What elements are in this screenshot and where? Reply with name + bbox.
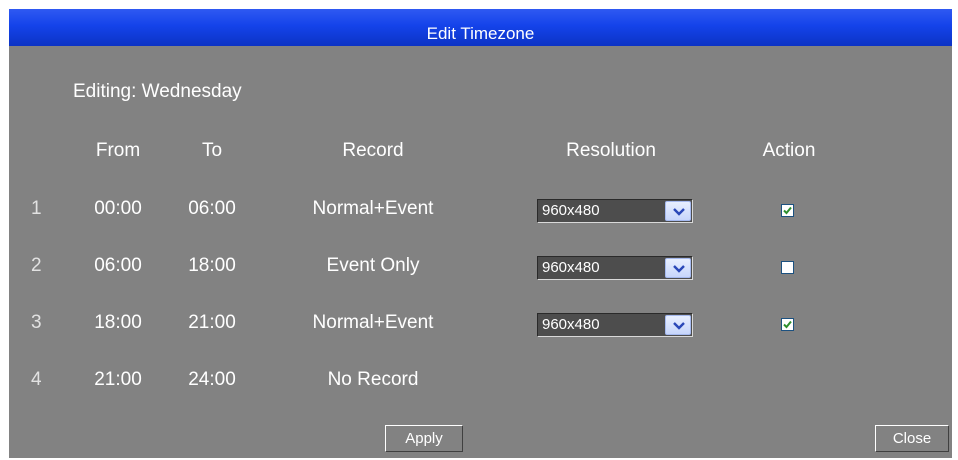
- resolution-value: 960x480: [542, 259, 600, 276]
- to-time: 21:00: [188, 312, 236, 333]
- apply-button[interactable]: Apply: [385, 425, 463, 452]
- chevron-down-icon[interactable]: [665, 201, 691, 221]
- column-header-action: Action: [762, 140, 816, 161]
- to-time: 24:00: [188, 369, 236, 390]
- to-time: 06:00: [188, 198, 236, 219]
- from-time: 21:00: [94, 369, 142, 390]
- close-button[interactable]: Close: [875, 425, 949, 452]
- dialog-title: Edit Timezone: [426, 24, 535, 43]
- row-number: 2: [31, 255, 42, 276]
- record-mode: No Record: [327, 369, 419, 390]
- chevron-down-icon[interactable]: [665, 315, 691, 335]
- from-time: 18:00: [94, 312, 142, 333]
- row-number: 3: [31, 312, 42, 333]
- resolution-value: 960x480: [542, 202, 600, 219]
- column-header-resolution: Resolution: [566, 140, 656, 161]
- resolution-select[interactable]: 960x480: [537, 199, 693, 223]
- column-header-record: Record: [342, 140, 404, 161]
- action-checkbox[interactable]: [781, 318, 794, 331]
- chevron-down-icon[interactable]: [665, 258, 691, 278]
- record-mode: Normal+Event: [312, 312, 434, 333]
- column-header-from: From: [95, 140, 141, 161]
- to-time: 18:00: [188, 255, 236, 276]
- column-header-to: To: [201, 140, 223, 161]
- from-time: 00:00: [94, 198, 142, 219]
- edit-timezone-dialog: Edit Timezone Editing: Wednesday From To…: [9, 9, 952, 458]
- dialog-title-bar: Edit Timezone: [9, 9, 952, 46]
- from-time: 06:00: [94, 255, 142, 276]
- row-number: 1: [31, 198, 42, 219]
- record-mode: Normal+Event: [312, 198, 434, 219]
- resolution-value: 960x480: [542, 316, 600, 333]
- check-mark-icon: [783, 320, 792, 329]
- check-mark-icon: [783, 206, 792, 215]
- resolution-select[interactable]: 960x480: [537, 256, 693, 280]
- action-checkbox[interactable]: [781, 204, 794, 217]
- row-number: 4: [31, 369, 42, 390]
- resolution-select[interactable]: 960x480: [537, 313, 693, 337]
- editing-day-label: Editing: Wednesday: [73, 81, 242, 102]
- action-checkbox[interactable]: [781, 261, 794, 274]
- record-mode: Event Only: [326, 255, 420, 276]
